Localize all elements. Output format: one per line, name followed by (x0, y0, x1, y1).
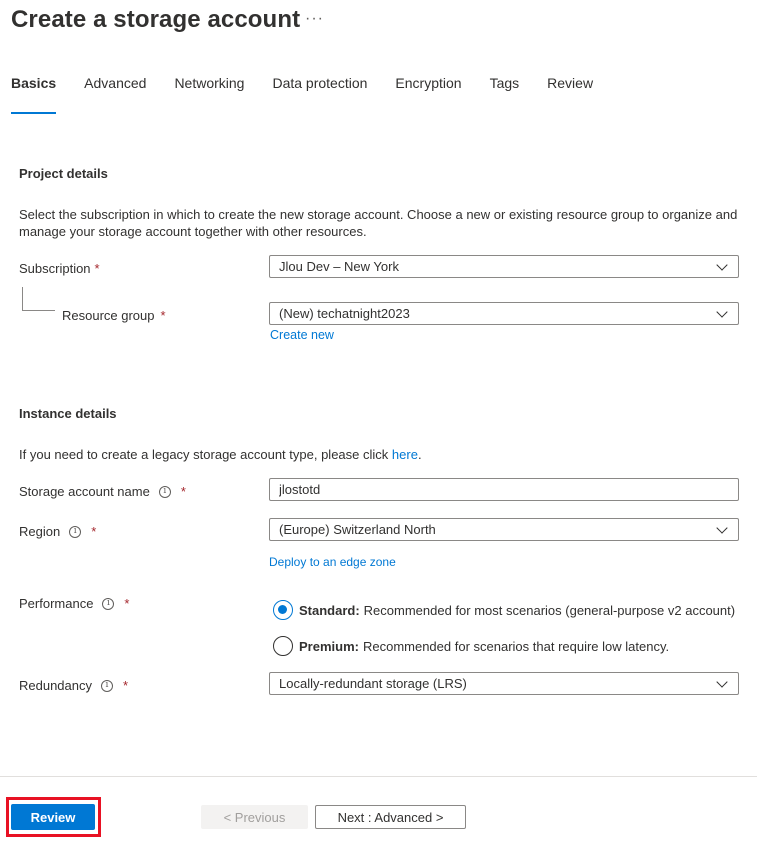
subscription-label-text: Subscription (19, 261, 91, 276)
page-title: Create a storage account (11, 6, 301, 33)
legacy-here-link[interactable]: here (392, 447, 418, 462)
performance-label-text: Performance (19, 596, 94, 611)
tree-connector-vertical (22, 287, 23, 310)
region-label-text: Region (19, 524, 61, 539)
legacy-text: If you need to create a legacy storage a… (19, 447, 389, 462)
tab-data-protection[interactable]: Data protection (272, 74, 367, 114)
info-icon[interactable]: i (69, 525, 82, 538)
review-button[interactable]: Review (11, 804, 95, 830)
region-label: Region i * (19, 524, 96, 539)
tab-encryption[interactable]: Encryption (395, 74, 461, 114)
redundancy-label: Redundancy i * (19, 678, 128, 693)
legacy-period: . (417, 447, 422, 462)
radio-unselected-icon[interactable] (273, 636, 293, 656)
deploy-edge-zone-link[interactable]: Deploy to an edge zone (269, 555, 396, 569)
premium-option-desc: Recommended for scenarios that require l… (362, 638, 670, 654)
required-marker: * (123, 678, 129, 693)
required-marker: * (160, 308, 166, 323)
storage-account-name-label-text: Storage account name (19, 484, 150, 499)
subscription-label: Subscription * (19, 261, 100, 276)
chevron-down-icon (716, 258, 728, 271)
chevron-down-icon (716, 305, 728, 318)
required-marker: * (124, 596, 130, 611)
tab-review[interactable]: Review (547, 74, 593, 114)
redundancy-value: Locally-redundant storage (LRS) (279, 676, 467, 691)
storage-account-name-input[interactable] (269, 478, 739, 501)
project-details-heading: Project details (19, 166, 108, 181)
tab-bar: Basics Advanced Networking Data protecti… (11, 74, 621, 114)
radio-selected-icon[interactable] (273, 600, 293, 620)
instance-details-heading: Instance details (19, 406, 117, 421)
required-marker: * (91, 524, 97, 539)
tree-connector-horizontal (22, 310, 55, 311)
tab-basics[interactable]: Basics (11, 74, 57, 114)
info-icon[interactable]: i (158, 485, 171, 498)
tab-advanced[interactable]: Advanced (84, 74, 146, 114)
performance-standard-option[interactable]: Standard: Recommended for most scenarios… (273, 600, 735, 620)
resource-group-value: (New) techatnight2023 (279, 306, 410, 321)
required-marker: * (94, 261, 100, 276)
redundancy-label-text: Redundancy (19, 678, 92, 693)
required-marker: * (180, 484, 186, 499)
standard-option-desc: Recommended for most scenarios (general-… (363, 602, 736, 618)
previous-button: < Previous (201, 805, 308, 829)
storage-account-name-label: Storage account name i * (19, 484, 186, 499)
more-options-icon[interactable]: ··· (305, 10, 324, 28)
resource-group-label-text: Resource group (62, 308, 155, 323)
project-details-description: Select the subscription in which to crea… (19, 207, 738, 239)
premium-option-name: Premium: (299, 638, 359, 654)
chevron-down-icon (716, 521, 728, 534)
subscription-dropdown[interactable]: Jlou Dev – New York (269, 255, 739, 278)
tab-networking[interactable]: Networking (174, 74, 244, 114)
info-icon[interactable]: i (102, 597, 115, 610)
next-advanced-button[interactable]: Next : Advanced > (315, 805, 466, 829)
performance-label: Performance i * (19, 596, 129, 611)
redundancy-dropdown[interactable]: Locally-redundant storage (LRS) (269, 672, 739, 695)
region-value: (Europe) Switzerland North (279, 522, 436, 537)
subscription-value: Jlou Dev – New York (279, 259, 399, 274)
footer-divider (0, 776, 757, 777)
standard-option-name: Standard: (299, 602, 360, 618)
info-icon[interactable]: i (101, 679, 113, 692)
region-dropdown[interactable]: (Europe) Switzerland North (269, 518, 739, 541)
tab-tags[interactable]: Tags (490, 74, 520, 114)
performance-premium-option[interactable]: Premium: Recommended for scenarios that … (273, 636, 669, 656)
resource-group-label: Resource group * (62, 308, 166, 323)
resource-group-dropdown[interactable]: (New) techatnight2023 (269, 302, 739, 325)
chevron-down-icon (716, 675, 728, 688)
legacy-account-text: If you need to create a legacy storage a… (19, 446, 744, 463)
create-new-resource-group-link[interactable]: Create new (270, 328, 334, 342)
